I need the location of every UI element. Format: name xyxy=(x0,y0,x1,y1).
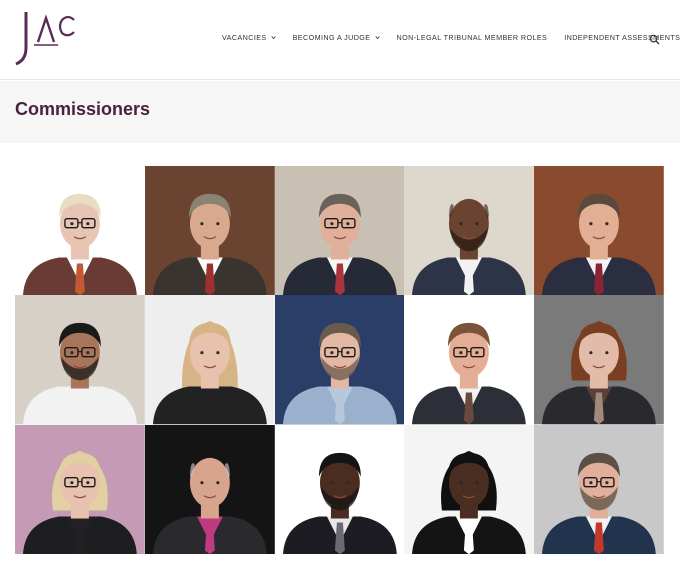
jac-logo[interactable] xyxy=(12,8,78,68)
nav-item-label: BECOMING A JUDGE xyxy=(292,33,371,42)
portrait-image xyxy=(15,424,145,554)
site-header: VACANCIES BECOMING A JUDGE NON-LEGAL TRIBU… xyxy=(0,0,680,80)
commissioner-photo-4[interactable] xyxy=(404,166,535,296)
portrait-image xyxy=(15,295,145,425)
commissioner-photo-8[interactable] xyxy=(274,295,405,425)
nav-item-label: INDEPENDENT ASSESSMENTS xyxy=(564,33,680,42)
nav-item-non-legal-tribunal-member-roles[interactable]: NON-LEGAL TRIBUNAL MEMBER ROLES xyxy=(397,33,548,42)
nav-item-independent-assessments[interactable]: INDEPENDENT ASSESSMENTS xyxy=(564,33,680,42)
commissioner-photo-12[interactable] xyxy=(144,424,275,554)
chevron-down-icon xyxy=(270,36,276,40)
nav-item-becoming-a-judge[interactable]: BECOMING A JUDGE xyxy=(293,33,380,42)
portrait-image xyxy=(274,295,405,425)
search-icon[interactable] xyxy=(649,34,660,45)
portrait-image xyxy=(534,166,664,296)
commissioner-photo-15[interactable] xyxy=(534,424,664,554)
commissioner-photo-2[interactable] xyxy=(144,166,275,296)
nav-item-label: VACANCIES xyxy=(222,33,267,42)
portrait-image xyxy=(274,424,405,554)
commissioner-photo-14[interactable] xyxy=(404,424,535,554)
portrait-image xyxy=(144,166,275,296)
portrait-image xyxy=(404,295,535,425)
portrait-image xyxy=(144,295,275,425)
commissioner-photo-11[interactable] xyxy=(15,424,145,554)
page-title: Commissioners xyxy=(15,99,151,119)
commissioner-photo-13[interactable] xyxy=(274,424,405,554)
nav-item-label: NON-LEGAL TRIBUNAL MEMBER ROLES xyxy=(396,33,548,42)
portrait-image xyxy=(15,166,145,296)
commissioner-photo-3[interactable] xyxy=(274,166,405,296)
portrait-image xyxy=(534,295,664,425)
nav-item-vacancies[interactable]: VACANCIES xyxy=(222,33,276,42)
portrait-image xyxy=(404,424,535,554)
commissioner-photo-9[interactable] xyxy=(404,295,535,425)
commissioner-photo-10[interactable] xyxy=(534,295,664,425)
commissioners-grid xyxy=(15,166,664,554)
portrait-image xyxy=(144,424,275,554)
commissioner-photo-7[interactable] xyxy=(144,295,275,425)
chevron-down-icon xyxy=(374,36,380,40)
main-nav: VACANCIES BECOMING A JUDGE NON-LEGAL TRIBU… xyxy=(222,33,680,42)
portrait-image xyxy=(404,166,535,296)
commissioner-photo-1[interactable] xyxy=(15,166,145,296)
portrait-image xyxy=(274,166,405,296)
commissioner-photo-6[interactable] xyxy=(15,295,145,425)
portrait-image xyxy=(534,424,664,554)
commissioner-photo-5[interactable] xyxy=(534,166,664,296)
